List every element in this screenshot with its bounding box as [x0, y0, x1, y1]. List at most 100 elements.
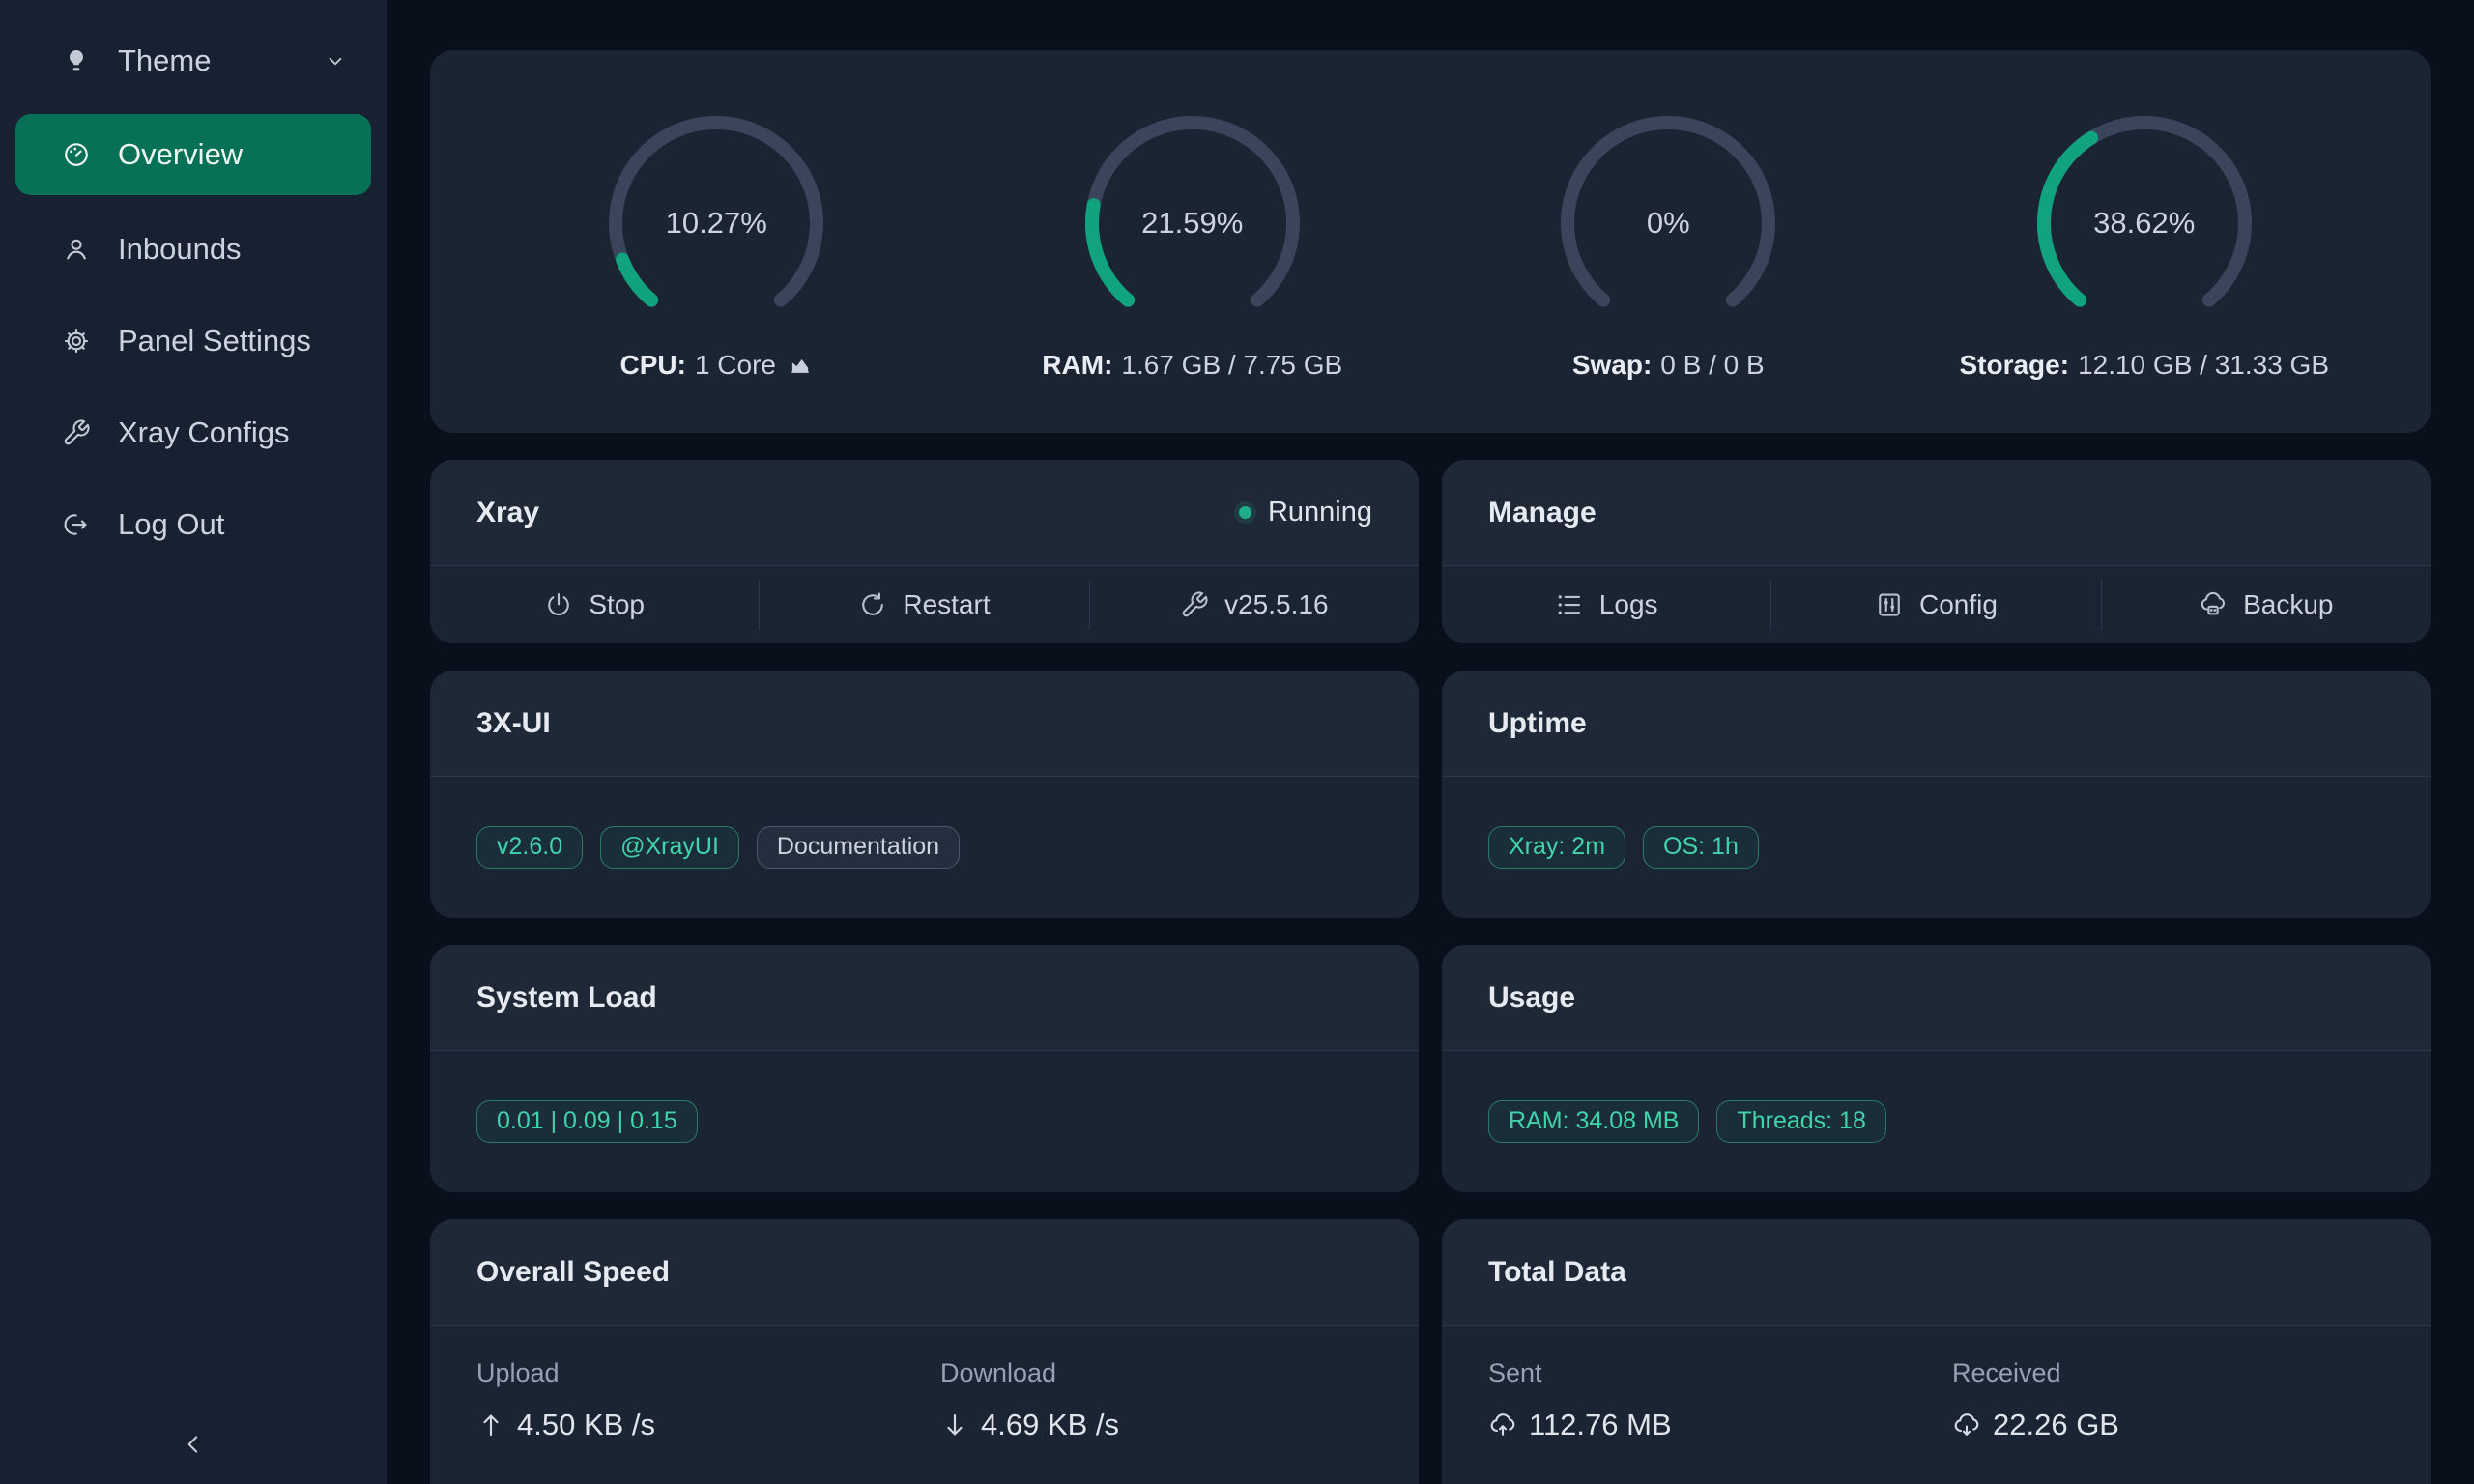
arrow-up-icon: [476, 1411, 505, 1440]
gear-icon: [62, 327, 91, 356]
stat-label: Upload: [476, 1358, 940, 1388]
sidebar-item-label: Panel Settings: [118, 324, 348, 358]
card-title: Xray: [476, 497, 539, 529]
download-stat: Download 4.69 KB /s: [940, 1358, 1372, 1442]
system-load-tags: 0.01 | 0.09 | 0.15: [430, 1051, 1419, 1191]
usage-card-header: Usage: [1442, 945, 2431, 1051]
gauge-label-ram: RAM:1.67 GB / 7.75 GB: [1042, 350, 1342, 381]
xray-status-badge: Running: [1239, 497, 1372, 528]
status-dot: [1239, 506, 1251, 519]
sidebar-item-label: Inbounds: [118, 232, 348, 267]
xray-actions: Stop Restart v25.5.16: [430, 566, 1419, 642]
chevron-left-icon: [179, 1430, 208, 1459]
sidebar-item-label: Log Out: [118, 507, 348, 542]
uptime-card-header: Uptime: [1442, 671, 2431, 777]
sidebar-item-label: Xray Configs: [118, 415, 348, 450]
xui-tags: v2.6.0 @XrayUI Documentation: [430, 777, 1419, 917]
system-gauges-card: 10.27% CPU:1 Core 21.59% RAM: [430, 50, 2431, 433]
sidebar-item-overview[interactable]: Overview: [15, 114, 371, 195]
speed-stats: Upload 4.50 KB /s Download 4.69 K: [430, 1326, 1419, 1442]
total-data-stats: Sent 112.76 MB Received: [1442, 1326, 2431, 1442]
cloud-upload-icon: [1488, 1411, 1517, 1440]
sidebar-item-xray-configs[interactable]: Xray Configs: [0, 386, 387, 478]
overall-speed-card-header: Overall Speed: [430, 1219, 1419, 1326]
backup-button[interactable]: Backup: [2102, 566, 2431, 642]
card-title: System Load: [476, 982, 657, 1014]
xray-card-header: Xray Running: [430, 460, 1419, 566]
card-title: Usage: [1488, 982, 1575, 1014]
upload-stat: Upload 4.50 KB /s: [476, 1358, 940, 1442]
sidebar-collapse-button[interactable]: [0, 1430, 387, 1459]
stat-label: Received: [1952, 1358, 2384, 1388]
cloud-server-icon: [2199, 590, 2228, 619]
threads-tag: Threads: 18: [1716, 1100, 1885, 1143]
sidebar-item-label: Overview: [118, 137, 243, 172]
total-data-card: Total Data Sent 112.76 MB Received: [1442, 1219, 2431, 1484]
xui-card-header: 3X-UI: [430, 671, 1419, 777]
usage-card: Usage RAM: 34.08 MB Threads: 18: [1442, 945, 2431, 1192]
main-content: 10.27% CPU:1 Core 21.59% RAM: [387, 0, 2474, 1484]
sidebar-item-panel-settings[interactable]: Panel Settings: [0, 295, 387, 386]
list-icon: [1555, 590, 1584, 619]
uptime-tags: Xray: 2m OS: 1h: [1442, 777, 2431, 917]
version-tag[interactable]: v2.6.0: [476, 826, 583, 869]
stat-value: 22.26 GB: [1952, 1408, 2384, 1442]
gauge-value: 21.59%: [1072, 102, 1313, 344]
gauge-value: 38.62%: [2024, 102, 2265, 344]
xray-uptime-tag: Xray: 2m: [1488, 826, 1625, 869]
sidebar: Theme Overview Inbounds Panel Sett: [0, 0, 387, 1484]
gauge-cpu: 10.27% CPU:1 Core: [478, 102, 955, 433]
os-uptime-tag: OS: 1h: [1643, 826, 1759, 869]
status-label: Running: [1268, 497, 1372, 528]
arrow-down-icon: [940, 1411, 969, 1440]
stat-label: Download: [940, 1358, 1372, 1388]
sidebar-item-inbounds[interactable]: Inbounds: [0, 203, 387, 295]
wrench-icon: [62, 418, 91, 447]
sidebar-nav: Inbounds Panel Settings Xray Configs Log…: [0, 203, 387, 570]
manage-card-header: Manage: [1442, 460, 2431, 566]
logs-button[interactable]: Logs: [1442, 566, 1770, 642]
sidebar-item-logout[interactable]: Log Out: [0, 478, 387, 570]
stat-label: Sent: [1488, 1358, 1952, 1388]
theme-menu[interactable]: Theme: [0, 19, 387, 102]
restart-button[interactable]: Restart: [760, 566, 1088, 642]
xrayui-link-tag[interactable]: @XrayUI: [600, 826, 739, 869]
power-icon: [544, 590, 573, 619]
total-data-card-header: Total Data: [1442, 1219, 2431, 1326]
card-title: Manage: [1488, 497, 1597, 529]
logout-icon: [62, 510, 91, 539]
gauge-ring-storage: 38.62%: [2024, 102, 2265, 344]
stop-button[interactable]: Stop: [430, 566, 759, 642]
received-stat: Received 22.26 GB: [1952, 1358, 2384, 1442]
gauge-ring-swap: 0%: [1547, 102, 1789, 344]
card-title: Total Data: [1488, 1256, 1626, 1289]
cloud-download-icon: [1952, 1411, 1981, 1440]
documentation-tag[interactable]: Documentation: [757, 826, 960, 869]
chevron-down-icon[interactable]: [323, 48, 348, 73]
usage-tags: RAM: 34.08 MB Threads: 18: [1442, 1051, 2431, 1191]
manage-card: Manage Logs: [1442, 460, 2431, 643]
system-load-card: System Load 0.01 | 0.09 | 0.15: [430, 945, 1419, 1192]
cpu-history-chart-icon[interactable]: [788, 353, 813, 378]
card-title: Overall Speed: [476, 1256, 670, 1289]
ram-usage-tag: RAM: 34.08 MB: [1488, 1100, 1699, 1143]
theme-label: Theme: [118, 43, 296, 78]
gauge-storage: 38.62% Storage:12.10 GB / 31.33 GB: [1907, 102, 2383, 433]
uptime-card: Uptime Xray: 2m OS: 1h: [1442, 671, 2431, 918]
stat-value: 4.69 KB /s: [940, 1408, 1372, 1442]
config-button[interactable]: Config: [1771, 566, 2100, 642]
manage-actions: Logs Config: [1442, 566, 2431, 642]
overall-speed-card: Overall Speed Upload 4.50 KB /s Download: [430, 1219, 1419, 1484]
gauge-ring-cpu: 10.27%: [595, 102, 837, 344]
dashboard-icon: [62, 140, 91, 169]
gauge-swap: 0% Swap:0 B / 0 B: [1430, 102, 1907, 433]
stat-value: 112.76 MB: [1488, 1408, 1952, 1442]
restart-icon: [858, 590, 887, 619]
load-average-tag: 0.01 | 0.09 | 0.15: [476, 1100, 698, 1143]
gauge-ring-ram: 21.59%: [1072, 102, 1313, 344]
card-title: 3X-UI: [476, 707, 551, 740]
xray-version-button[interactable]: v25.5.16: [1090, 566, 1419, 642]
gauge-ram: 21.59% RAM:1.67 GB / 7.75 GB: [955, 102, 1431, 433]
sent-stat: Sent 112.76 MB: [1488, 1358, 1952, 1442]
user-icon: [62, 235, 91, 264]
